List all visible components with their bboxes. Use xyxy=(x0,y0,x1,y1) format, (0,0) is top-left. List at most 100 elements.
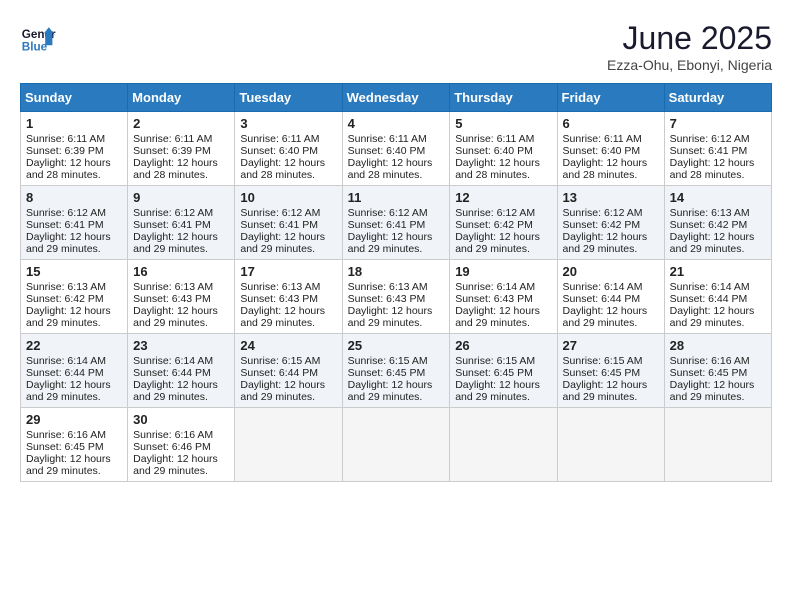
calendar-cell: 26 Sunrise: 6:15 AM Sunset: 6:45 PM Dayl… xyxy=(450,334,557,408)
header-saturday: Saturday xyxy=(664,84,771,112)
day-number: 5 xyxy=(455,116,551,131)
calendar-cell: 15 Sunrise: 6:13 AM Sunset: 6:42 PM Dayl… xyxy=(21,260,128,334)
header-thursday: Thursday xyxy=(450,84,557,112)
weekday-header-row: Sunday Monday Tuesday Wednesday Thursday… xyxy=(21,84,772,112)
daylight-minutes: and 29 minutes. xyxy=(348,391,423,403)
sunset: Sunset: 6:44 PM xyxy=(563,293,641,305)
daylight-label: Daylight: 12 hours xyxy=(455,231,540,243)
day-number: 19 xyxy=(455,264,551,279)
sunrise: Sunrise: 6:13 AM xyxy=(133,281,213,293)
calendar-cell: 28 Sunrise: 6:16 AM Sunset: 6:45 PM Dayl… xyxy=(664,334,771,408)
day-number: 11 xyxy=(348,190,445,205)
sunset: Sunset: 6:41 PM xyxy=(26,219,104,231)
daylight-minutes: and 29 minutes. xyxy=(133,391,208,403)
sunrise: Sunrise: 6:12 AM xyxy=(563,207,643,219)
daylight-minutes: and 29 minutes. xyxy=(670,391,745,403)
day-number: 29 xyxy=(26,412,122,427)
sunset: Sunset: 6:45 PM xyxy=(670,367,748,379)
daylight-label: Daylight: 12 hours xyxy=(563,305,648,317)
sunrise: Sunrise: 6:16 AM xyxy=(26,429,106,441)
day-number: 26 xyxy=(455,338,551,353)
sunrise: Sunrise: 6:16 AM xyxy=(133,429,213,441)
sunset: Sunset: 6:45 PM xyxy=(455,367,533,379)
sunrise: Sunrise: 6:11 AM xyxy=(563,133,642,145)
sunrise: Sunrise: 6:13 AM xyxy=(26,281,106,293)
day-number: 2 xyxy=(133,116,229,131)
sunrise: Sunrise: 6:13 AM xyxy=(240,281,320,293)
sunset: Sunset: 6:44 PM xyxy=(133,367,211,379)
daylight-label: Daylight: 12 hours xyxy=(455,379,540,391)
daylight-label: Daylight: 12 hours xyxy=(348,379,433,391)
daylight-label: Daylight: 12 hours xyxy=(133,453,218,465)
sunset: Sunset: 6:46 PM xyxy=(133,441,211,453)
daylight-minutes: and 28 minutes. xyxy=(563,169,638,181)
daylight-minutes: and 29 minutes. xyxy=(26,465,101,477)
day-number: 16 xyxy=(133,264,229,279)
daylight-minutes: and 29 minutes. xyxy=(26,243,101,255)
daylight-label: Daylight: 12 hours xyxy=(563,157,648,169)
day-number: 18 xyxy=(348,264,445,279)
calendar-cell: 6 Sunrise: 6:11 AM Sunset: 6:40 PM Dayli… xyxy=(557,112,664,186)
daylight-minutes: and 28 minutes. xyxy=(455,169,530,181)
daylight-label: Daylight: 12 hours xyxy=(133,379,218,391)
daylight-label: Daylight: 12 hours xyxy=(348,305,433,317)
daylight-label: Daylight: 12 hours xyxy=(26,305,111,317)
calendar-cell: 23 Sunrise: 6:14 AM Sunset: 6:44 PM Dayl… xyxy=(128,334,235,408)
sunset: Sunset: 6:44 PM xyxy=(670,293,748,305)
sunset: Sunset: 6:39 PM xyxy=(133,145,211,157)
sunrise: Sunrise: 6:12 AM xyxy=(670,133,750,145)
day-number: 4 xyxy=(348,116,445,131)
sunrise: Sunrise: 6:14 AM xyxy=(563,281,643,293)
daylight-minutes: and 28 minutes. xyxy=(348,169,423,181)
sunrise: Sunrise: 6:15 AM xyxy=(563,355,643,367)
day-number: 20 xyxy=(563,264,659,279)
day-number: 13 xyxy=(563,190,659,205)
day-number: 30 xyxy=(133,412,229,427)
day-number: 6 xyxy=(563,116,659,131)
day-number: 3 xyxy=(240,116,336,131)
daylight-label: Daylight: 12 hours xyxy=(240,305,325,317)
sunrise: Sunrise: 6:14 AM xyxy=(455,281,535,293)
day-number: 25 xyxy=(348,338,445,353)
daylight-label: Daylight: 12 hours xyxy=(348,157,433,169)
calendar-row-1: 1 Sunrise: 6:11 AM Sunset: 6:39 PM Dayli… xyxy=(21,112,772,186)
daylight-label: Daylight: 12 hours xyxy=(133,305,218,317)
sunrise: Sunrise: 6:12 AM xyxy=(26,207,106,219)
calendar-cell: 7 Sunrise: 6:12 AM Sunset: 6:41 PM Dayli… xyxy=(664,112,771,186)
calendar-cell: 17 Sunrise: 6:13 AM Sunset: 6:43 PM Dayl… xyxy=(235,260,342,334)
day-number: 21 xyxy=(670,264,766,279)
sunrise: Sunrise: 6:11 AM xyxy=(455,133,534,145)
sunrise: Sunrise: 6:12 AM xyxy=(348,207,428,219)
calendar-cell: 24 Sunrise: 6:15 AM Sunset: 6:44 PM Dayl… xyxy=(235,334,342,408)
sunset: Sunset: 6:43 PM xyxy=(348,293,426,305)
calendar-cell: 11 Sunrise: 6:12 AM Sunset: 6:41 PM Dayl… xyxy=(342,186,450,260)
calendar-cell: 16 Sunrise: 6:13 AM Sunset: 6:43 PM Dayl… xyxy=(128,260,235,334)
sunrise: Sunrise: 6:14 AM xyxy=(133,355,213,367)
logo-icon: General Blue xyxy=(20,20,56,56)
daylight-label: Daylight: 12 hours xyxy=(26,453,111,465)
logo: General Blue xyxy=(20,20,56,56)
sunrise: Sunrise: 6:16 AM xyxy=(670,355,750,367)
day-number: 14 xyxy=(670,190,766,205)
sunset: Sunset: 6:44 PM xyxy=(26,367,104,379)
calendar-cell: 18 Sunrise: 6:13 AM Sunset: 6:43 PM Dayl… xyxy=(342,260,450,334)
daylight-label: Daylight: 12 hours xyxy=(26,157,111,169)
daylight-minutes: and 29 minutes. xyxy=(348,243,423,255)
calendar-row-2: 8 Sunrise: 6:12 AM Sunset: 6:41 PM Dayli… xyxy=(21,186,772,260)
calendar-cell: 25 Sunrise: 6:15 AM Sunset: 6:45 PM Dayl… xyxy=(342,334,450,408)
header-monday: Monday xyxy=(128,84,235,112)
day-number: 22 xyxy=(26,338,122,353)
sunset: Sunset: 6:40 PM xyxy=(240,145,318,157)
sunrise: Sunrise: 6:11 AM xyxy=(240,133,319,145)
sunset: Sunset: 6:45 PM xyxy=(26,441,104,453)
sunset: Sunset: 6:42 PM xyxy=(455,219,533,231)
sunset: Sunset: 6:43 PM xyxy=(455,293,533,305)
daylight-minutes: and 28 minutes. xyxy=(670,169,745,181)
calendar-cell: 27 Sunrise: 6:15 AM Sunset: 6:45 PM Dayl… xyxy=(557,334,664,408)
daylight-minutes: and 29 minutes. xyxy=(670,317,745,329)
sunrise: Sunrise: 6:12 AM xyxy=(240,207,320,219)
calendar-cell: 14 Sunrise: 6:13 AM Sunset: 6:42 PM Dayl… xyxy=(664,186,771,260)
calendar-cell: 19 Sunrise: 6:14 AM Sunset: 6:43 PM Dayl… xyxy=(450,260,557,334)
daylight-label: Daylight: 12 hours xyxy=(26,231,111,243)
calendar-cell: 4 Sunrise: 6:11 AM Sunset: 6:40 PM Dayli… xyxy=(342,112,450,186)
